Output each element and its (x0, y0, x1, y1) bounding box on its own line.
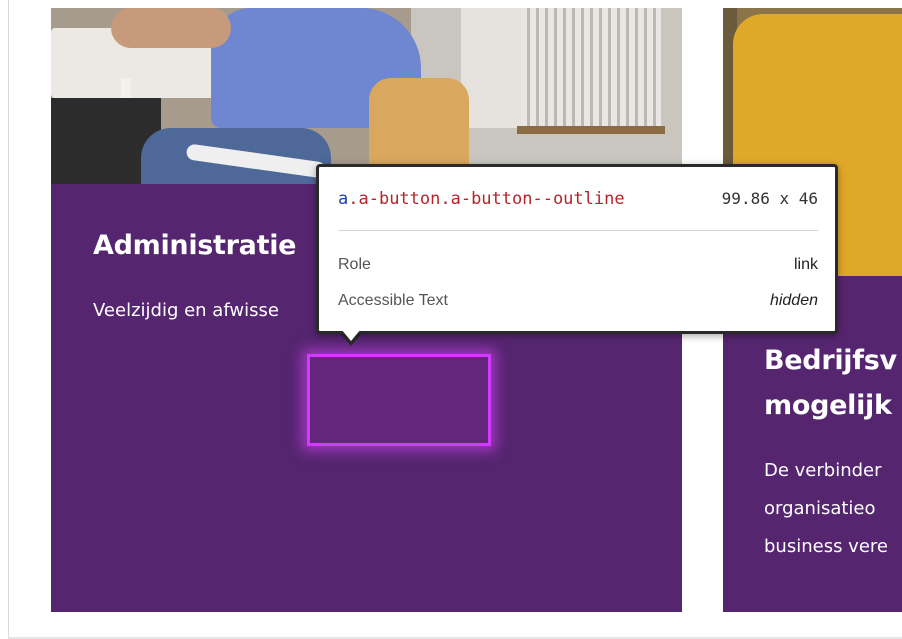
role-value: link (793, 256, 818, 273)
card-description: De verbinder organisatieo business vere (764, 452, 888, 566)
role-label: Role (338, 256, 371, 273)
photo-shelf (517, 126, 665, 134)
card-description-line: organisatieo (764, 498, 876, 519)
accessible-text-value: hidden (769, 292, 818, 309)
element-size: 99.86 x 46 (721, 189, 818, 208)
card-description: Veelzijdig en afwisse (93, 300, 279, 321)
tooltip-divider (338, 230, 818, 231)
tooltip-arrow-fill (341, 329, 361, 341)
card-description-line: De verbinder (764, 460, 882, 481)
photo-radiator (521, 8, 661, 128)
card-photo-office (51, 8, 682, 184)
card-title-line: mogelijk (764, 390, 892, 421)
card-title-line: Bedrijfsv (764, 345, 897, 376)
element-classes: .a-button.a-button--outline (348, 189, 625, 209)
element-selector: a.a-button.a-button--outline (338, 189, 625, 209)
outline-button-link[interactable] (307, 354, 491, 446)
element-tag: a (338, 189, 349, 209)
card-title: Bedrijfsv mogelijk (764, 338, 897, 428)
card-description-line: business vere (764, 536, 888, 557)
accessible-text-label: Accessible Text (338, 292, 448, 309)
card-title: Administratie (93, 230, 297, 261)
viewport-left-border (8, 0, 9, 639)
inspector-tooltip: a.a-button.a-button--outline 99.86 x 46 … (316, 164, 838, 334)
photo-person-arm (111, 8, 231, 48)
